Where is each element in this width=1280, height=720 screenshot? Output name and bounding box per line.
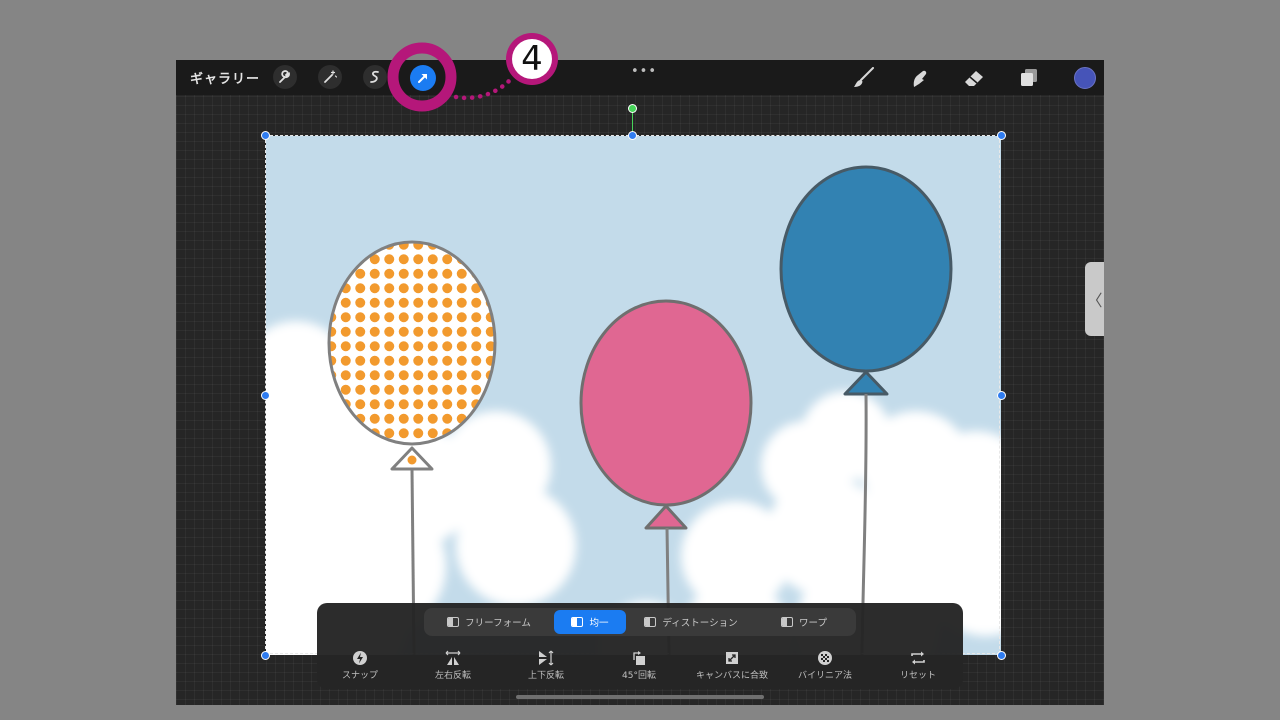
flip-horizontal-icon — [445, 650, 461, 665]
warp-mode-icon — [781, 617, 794, 627]
transform-mode-segmented-control: フリーフォーム 均一 ディストーション ワープ — [424, 608, 856, 636]
gallery-button[interactable]: ギャラリー — [190, 68, 260, 87]
corner-handle-bottom-left[interactable] — [261, 651, 270, 660]
flip-horizontal-button[interactable]: 左右反転 — [410, 648, 496, 681]
fit-to-canvas-button[interactable]: キャンバスに合致 — [689, 648, 775, 681]
mode-freeform[interactable]: フリーフォーム — [428, 610, 550, 634]
layers-button[interactable] — [1016, 66, 1042, 90]
mode-distort[interactable]: ディストーション — [630, 610, 752, 634]
uniform-mode-icon — [571, 617, 584, 627]
top-toolbar: ギャラリー ••• — [176, 60, 1104, 95]
snap-label: スナップ — [341, 671, 378, 681]
layers-icon — [1021, 69, 1037, 86]
rotate-45-icon — [633, 651, 645, 665]
brush-icon — [854, 67, 874, 87]
canvas-artwork — [266, 136, 1001, 655]
procreate-app: ギャラリー ••• 〈 フリーフォーム 均一 ディストーション ワープ スナップ… — [176, 60, 1104, 705]
chevron-left-icon: 〈 — [1086, 291, 1103, 310]
sidebar-toggle-handle[interactable]: 〈 — [1085, 262, 1104, 336]
rotate-45-label: 45°回転 — [622, 671, 656, 681]
brush-button[interactable] — [851, 66, 877, 90]
selection-s-icon — [370, 70, 379, 83]
mode-uniform[interactable]: 均一 — [554, 610, 626, 634]
smudge-button[interactable] — [906, 66, 932, 90]
step-number-badge: 4 — [506, 33, 558, 85]
flip-vertical-label: 上下反転 — [527, 671, 564, 681]
eraser-icon — [965, 71, 983, 86]
bilinear-icon — [818, 651, 832, 665]
fit-to-canvas-label: キャンバスに合致 — [695, 671, 768, 681]
mode-freeform-label: フリーフォーム — [465, 618, 531, 629]
wrench-icon — [279, 70, 290, 83]
rotation-handle[interactable] — [628, 104, 637, 113]
mode-warp[interactable]: ワープ — [756, 610, 852, 634]
rotate-45-button[interactable]: 45°回転 — [596, 648, 682, 681]
eraser-button[interactable] — [961, 66, 987, 90]
flip-vertical-icon — [539, 650, 554, 666]
flip-vertical-button[interactable]: 上下反転 — [503, 648, 589, 681]
edge-handle-right[interactable] — [997, 391, 1006, 400]
selection-button[interactable] — [363, 65, 387, 89]
transform-toolbar: フリーフォーム 均一 ディストーション ワープ スナップ 左右反転 上下反転 4… — [317, 603, 963, 689]
edge-handle-left[interactable] — [261, 391, 270, 400]
corner-handle-bottom-right[interactable] — [997, 651, 1006, 660]
magic-wand-icon — [324, 70, 337, 83]
snap-button[interactable]: スナップ — [317, 648, 403, 681]
home-indicator — [516, 695, 764, 699]
color-swatch-button[interactable] — [1074, 67, 1096, 89]
more-options-button[interactable]: ••• — [631, 64, 657, 79]
freeform-mode-icon — [447, 617, 460, 627]
corner-handle-top-left[interactable] — [261, 131, 270, 140]
step-number: 4 — [512, 39, 552, 79]
snap-icon — [353, 651, 367, 665]
bilinear-button[interactable]: バイリニア法 — [782, 648, 868, 681]
corner-handle-top-right[interactable] — [997, 131, 1006, 140]
distort-mode-icon — [644, 617, 657, 627]
reset-icon — [911, 651, 925, 665]
edge-handle-top[interactable] — [628, 131, 637, 140]
mode-distort-label: ディストーション — [662, 618, 738, 629]
adjustments-wand-button[interactable] — [318, 65, 342, 89]
mode-uniform-label: 均一 — [589, 618, 609, 629]
smudge-icon — [913, 70, 927, 87]
fit-to-canvas-icon — [726, 652, 738, 664]
flip-horizontal-label: 左右反転 — [434, 671, 471, 681]
mode-warp-label: ワープ — [799, 618, 827, 629]
transform-arrow-icon — [418, 74, 427, 83]
bilinear-label: バイリニア法 — [797, 671, 852, 681]
actions-wrench-button[interactable] — [273, 65, 297, 89]
reset-button[interactable]: リセット — [875, 648, 961, 681]
transform-button[interactable] — [410, 65, 436, 91]
reset-label: リセット — [899, 671, 936, 681]
